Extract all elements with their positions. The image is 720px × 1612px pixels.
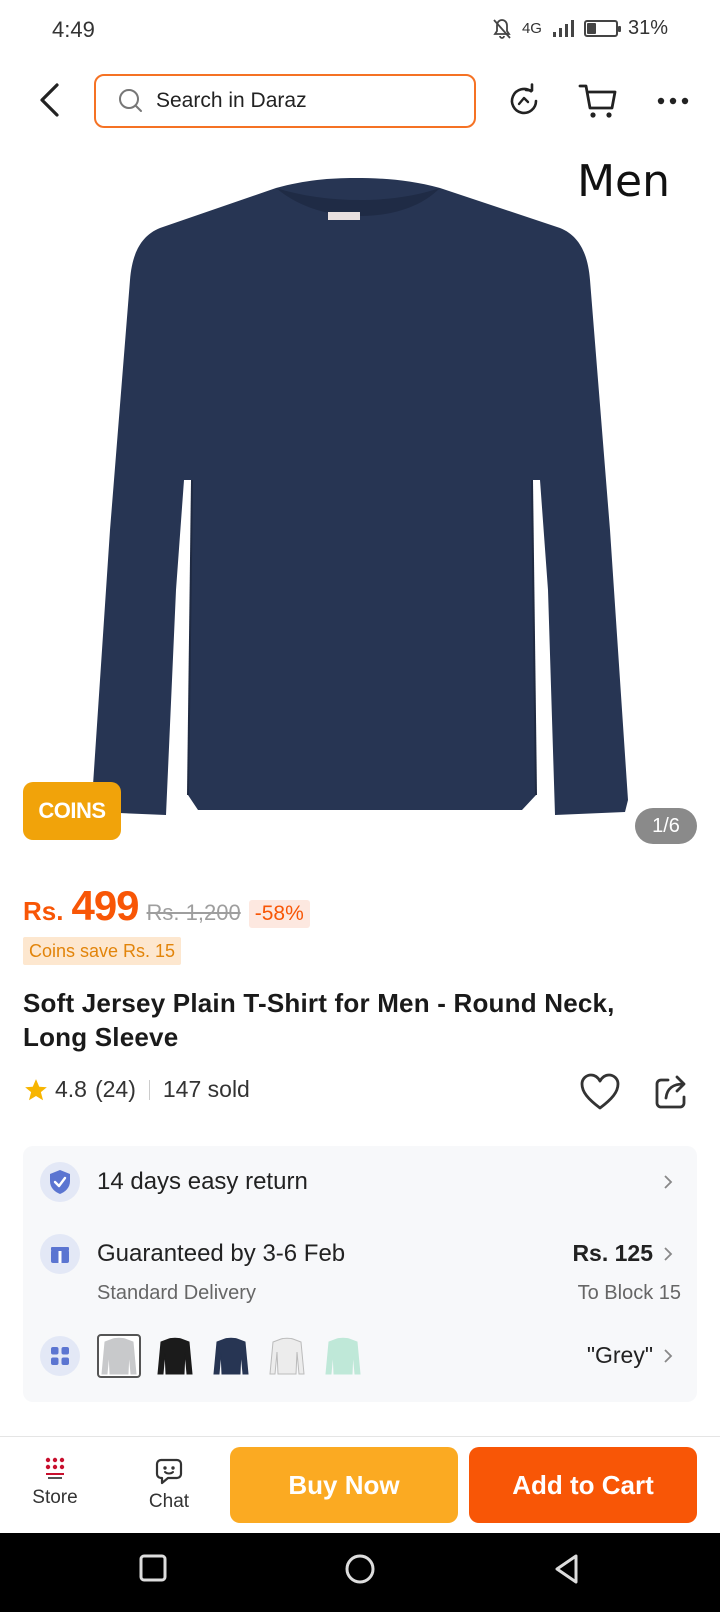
current-price: 499	[71, 882, 139, 929]
search-placeholder: Search in Daraz	[156, 89, 307, 112]
rating-count: (24)	[94, 1076, 136, 1102]
nav-back-button[interactable]	[552, 1553, 582, 1590]
home-button[interactable]	[344, 1553, 376, 1590]
coins-save-badge: Coins save Rs. 15	[23, 937, 182, 965]
coins-badge: COINS	[23, 782, 121, 840]
star-icon	[25, 1078, 47, 1100]
search-icon	[119, 89, 142, 112]
more-button[interactable]	[652, 80, 694, 122]
product-title: Soft Jersey Plain T-Shirt for Men - Roun…	[23, 988, 615, 1052]
image-counter: 1/6	[635, 808, 697, 844]
price-row: Rs. 499 Rs. 1,200 -58%	[23, 882, 310, 930]
battery-percent: 31%	[627, 17, 668, 39]
tshirt-thumbnail-icon	[101, 1337, 137, 1375]
chat-icon	[155, 1458, 183, 1485]
tshirt-thumbnail-icon	[157, 1337, 193, 1375]
triangle-back-icon	[555, 1554, 578, 1584]
rating-separator	[148, 1079, 150, 1100]
cart-button[interactable]	[577, 80, 619, 122]
status-indicators: 4G 31%	[492, 17, 668, 40]
variant-thumbnail[interactable]	[321, 1334, 365, 1378]
bell-muted-icon	[493, 18, 511, 39]
delivery-type: Standard Delivery	[97, 1282, 256, 1304]
product-image-gallery[interactable]: Men	[0, 150, 720, 850]
variant-thumbnail[interactable]	[265, 1334, 309, 1378]
selected-variant: "Grey"	[586, 1342, 653, 1368]
buy-now-button[interactable]: Buy Now	[230, 1447, 458, 1523]
variant-thumbnails	[97, 1334, 365, 1378]
price-currency: Rs.	[23, 896, 64, 926]
tshirt-thumbnail-icon	[213, 1337, 249, 1375]
history-button[interactable]	[503, 80, 545, 122]
rating-row[interactable]: 4.8 (24) 147 sold	[23, 1076, 250, 1103]
grid-icon	[40, 1336, 80, 1376]
battery-icon	[583, 20, 621, 37]
signal-icon	[552, 19, 574, 37]
chevron-right-icon	[664, 1349, 673, 1363]
store-button[interactable]: Store	[10, 1457, 100, 1509]
discount-badge: -58%	[248, 900, 310, 928]
shield-check-icon	[40, 1162, 80, 1202]
tshirt-thumbnail-icon	[269, 1337, 305, 1375]
variants-row[interactable]: "Grey"	[23, 1318, 697, 1402]
bottom-action-bar: Store Chat Buy Now Add to Cart	[0, 1437, 720, 1533]
returns-row[interactable]: 14 days easy return	[23, 1146, 697, 1218]
more-icon	[657, 97, 689, 105]
sold-count: 147 sold	[162, 1076, 250, 1102]
heart-icon[interactable]	[578, 1070, 622, 1114]
original-price: Rs. 1,200	[146, 900, 241, 925]
variant-thumbnail[interactable]	[153, 1334, 197, 1378]
chevron-left-icon	[40, 83, 59, 117]
variant-thumbnail[interactable]	[97, 1334, 141, 1378]
search-input[interactable]: Search in Daraz	[94, 74, 476, 128]
chat-button[interactable]: Chat	[124, 1457, 214, 1513]
chat-label: Chat	[148, 1491, 190, 1512]
delivery-guarantee: Guaranteed by 3-6 Feb	[97, 1240, 346, 1267]
delivery-row[interactable]: Guaranteed by 3-6 Feb Standard Delivery …	[23, 1218, 697, 1318]
delivery-location: To Block 15	[577, 1282, 681, 1304]
gift-box-icon	[40, 1234, 80, 1274]
returns-text: 14 days easy return	[97, 1168, 308, 1195]
tshirt-image	[92, 178, 628, 815]
chevron-right-icon	[664, 1175, 673, 1189]
circle-icon	[345, 1554, 375, 1584]
recents-button[interactable]	[138, 1553, 168, 1588]
share-icon[interactable]	[652, 1072, 692, 1112]
refresh-icon	[510, 83, 538, 115]
chevron-right-icon	[664, 1247, 673, 1261]
image-caption: Men	[577, 156, 670, 207]
square-icon	[139, 1554, 167, 1582]
service-info-card: 14 days easy return Guaranteed by 3-6 Fe…	[23, 1146, 697, 1402]
delivery-fee: Rs. 125	[572, 1240, 653, 1266]
variant-thumbnail[interactable]	[209, 1334, 253, 1378]
store-label: Store	[32, 1487, 78, 1508]
network-label: 4G	[521, 20, 542, 37]
cart-icon	[578, 84, 617, 118]
status-bar: 4:49 4G 31%	[0, 0, 720, 60]
store-icon	[45, 1457, 65, 1479]
add-to-cart-button[interactable]: Add to Cart	[469, 1447, 697, 1523]
android-nav-bar	[0, 1533, 720, 1612]
top-nav: Search in Daraz	[0, 70, 720, 132]
tshirt-thumbnail-icon	[325, 1337, 361, 1375]
status-time: 4:49	[52, 17, 95, 42]
rating-score: 4.8	[55, 1076, 87, 1102]
back-button[interactable]	[30, 80, 70, 120]
